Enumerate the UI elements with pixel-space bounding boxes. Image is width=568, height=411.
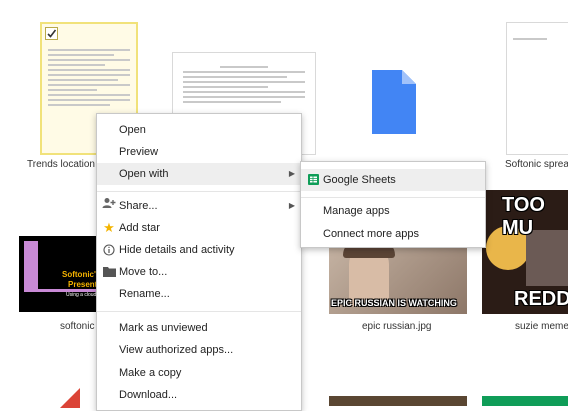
menu-item-move-to[interactable]: Move to...	[97, 261, 301, 283]
folder-icon	[102, 261, 116, 285]
file-thumbnail-green[interactable]	[482, 396, 568, 406]
menu-item-open[interactable]: Open	[97, 119, 301, 141]
file-thumbnail-suzie[interactable]: TOO MU REDD	[482, 190, 568, 314]
file-thumbnail-image[interactable]	[329, 396, 467, 406]
menu-divider	[97, 311, 301, 312]
submenu-item-manage-apps[interactable]: Manage apps	[301, 200, 485, 222]
menu-item-hide-details[interactable]: Hide details and activity	[97, 239, 301, 261]
file-thumbnail-red[interactable]	[60, 388, 80, 408]
open-with-submenu: Google Sheets Manage apps Connect more a…	[300, 161, 486, 248]
file-thumbnail-softonic-spread[interactable]	[506, 22, 568, 155]
doc-file-icon	[372, 70, 416, 134]
submenu-item-connect-apps[interactable]: Connect more apps	[301, 223, 485, 245]
menu-item-add-star[interactable]: ★ Add star	[97, 217, 301, 239]
menu-item-download[interactable]: Download...	[97, 384, 301, 406]
menu-item-preview[interactable]: Preview	[97, 141, 301, 163]
context-menu: Open Preview Open with ▶ Share... ▶ ★ Ad…	[96, 113, 302, 411]
file-name-suzie[interactable]: suzie meme	[515, 321, 568, 332]
submenu-item-google-sheets[interactable]: Google Sheets	[301, 169, 485, 191]
file-name-epic-russian[interactable]: epic russian.jpg	[362, 321, 431, 332]
slide-title: Softonic's	[62, 270, 101, 279]
submenu-arrow-icon: ▶	[288, 169, 295, 178]
file-thumbnail-doc-blue[interactable]	[372, 70, 416, 134]
menu-item-mark-unviewed[interactable]: Mark as unviewed	[97, 317, 301, 339]
file-name-softonic-spread[interactable]: Softonic spread	[505, 159, 568, 170]
menu-item-share[interactable]: Share... ▶	[97, 195, 301, 217]
submenu-arrow-icon: ▶	[288, 201, 295, 210]
meme-top-text: TOO MU	[502, 194, 545, 239]
google-sheets-icon	[306, 169, 320, 193]
meme-bottom-text: REDD	[514, 288, 568, 310]
menu-item-make-copy[interactable]: Make a copy	[97, 362, 301, 384]
menu-divider	[97, 191, 301, 192]
file-name-trends[interactable]: Trends location d	[27, 159, 103, 170]
meme-caption: EPIC RUSSIAN IS WATCHING	[331, 298, 457, 308]
star-icon: ★	[103, 220, 115, 235]
menu-divider	[301, 197, 485, 198]
menu-item-open-with[interactable]: Open with ▶	[97, 163, 301, 185]
checkbox-icon[interactable]	[45, 27, 58, 40]
add-person-icon	[102, 195, 116, 217]
menu-item-rename[interactable]: Rename...	[97, 283, 301, 305]
file-name-softonic[interactable]: softonic	[60, 321, 94, 332]
menu-item-view-apps[interactable]: View authorized apps...	[97, 339, 301, 361]
